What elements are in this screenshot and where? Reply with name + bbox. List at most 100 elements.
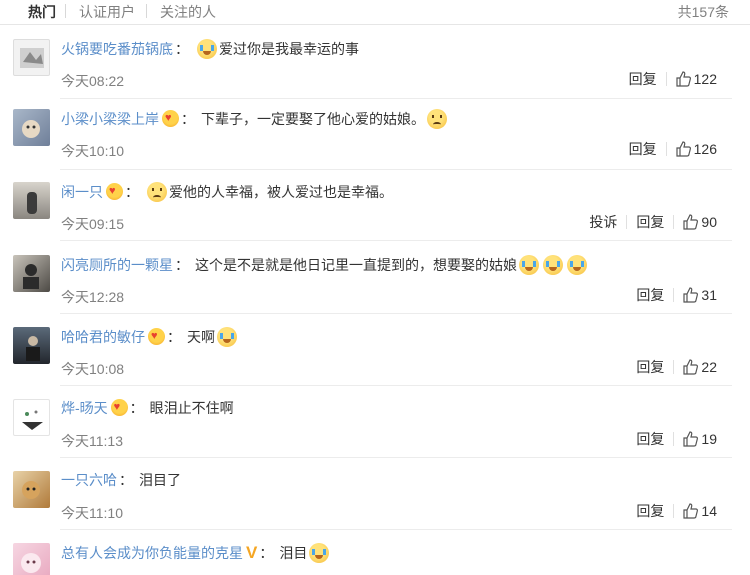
avatar[interactable]: [13, 543, 50, 575]
comment-divider: [60, 385, 732, 386]
avatar[interactable]: [13, 182, 50, 219]
like-button[interactable]: 14: [683, 503, 717, 519]
comment-filter-tabs: 热门 认证用户 关注的人 共157条: [0, 0, 750, 25]
like-count: 90: [701, 214, 717, 230]
colon: ：: [175, 257, 189, 273]
comment-item: 一只六哈： 泪目了 今天11:10 回复 14: [0, 466, 750, 530]
comment-text: 这个是不是就是他日记里一直提到的，想要娶的姑娘: [195, 257, 517, 273]
crying-emoji-icon: [217, 327, 237, 347]
sad-emoji-icon: [147, 182, 167, 202]
username[interactable]: 一只六哈: [61, 472, 117, 488]
member-badge-icon: [148, 328, 165, 345]
username[interactable]: 闲一只: [61, 184, 103, 200]
colon: ：: [125, 184, 139, 200]
colon: ：: [119, 472, 133, 488]
reply-button[interactable]: 回复: [636, 431, 664, 447]
reply-button[interactable]: 回复: [636, 214, 664, 230]
reply-button[interactable]: 回复: [629, 141, 657, 157]
tab-verified-users[interactable]: 认证用户: [79, 2, 135, 22]
username[interactable]: 总有人会成为你负能量的克星: [61, 545, 243, 561]
sad-emoji-icon: [427, 109, 447, 129]
like-button[interactable]: 126: [676, 141, 717, 157]
username[interactable]: 小梁小梁梁上岸: [61, 111, 159, 127]
comment-text: 天啊: [187, 329, 215, 345]
action-divider: [673, 215, 675, 229]
thumbs-up-icon: [683, 431, 699, 447]
reply-button[interactable]: 回复: [636, 503, 664, 519]
thumbs-up-icon: [683, 359, 699, 375]
like-button[interactable]: 19: [683, 431, 717, 447]
comment-text: 眼泪止不住啊: [149, 400, 234, 416]
comment-text: 爱他的人幸福，被人爱过也是幸福。: [169, 184, 393, 200]
thumbs-up-icon: [676, 71, 691, 87]
tab-hot[interactable]: 热门: [28, 2, 56, 22]
reply-button[interactable]: 回复: [636, 359, 664, 375]
crying-emoji-icon: [567, 255, 587, 275]
avatar[interactable]: [13, 255, 50, 292]
action-divider: [665, 72, 667, 86]
username[interactable]: 火锅要吃番茄锅底: [61, 41, 173, 57]
tab-divider: [65, 4, 66, 18]
thumbs-up-icon: [683, 503, 699, 519]
action-divider: [673, 360, 675, 374]
thumbs-up-icon: [676, 141, 691, 157]
comment-time: 今天10:08: [61, 361, 125, 377]
username[interactable]: 哈哈君的敏仔: [61, 329, 145, 345]
avatar[interactable]: [13, 471, 50, 508]
tab-divider: [146, 4, 147, 18]
action-divider: [673, 288, 675, 302]
like-count: 14: [701, 503, 717, 519]
like-button[interactable]: 31: [683, 287, 717, 303]
like-button[interactable]: 22: [683, 359, 717, 375]
avatar[interactable]: [13, 327, 50, 364]
action-divider: [673, 504, 675, 518]
action-divider: [626, 215, 628, 229]
comment-time: 今天09:15: [61, 216, 125, 232]
colon: ：: [259, 545, 274, 561]
report-button[interactable]: 投诉: [589, 214, 617, 230]
like-count: 126: [693, 141, 717, 157]
thumbs-up-icon: [683, 214, 699, 230]
action-divider: [673, 432, 675, 446]
member-badge-icon: [106, 183, 123, 200]
comment-divider: [60, 457, 732, 458]
comment-time: 今天12:28: [61, 289, 125, 305]
avatar[interactable]: [13, 109, 50, 146]
comment-item: 哈哈君的敏仔 ： 天啊 今天10:08 回复 22: [0, 322, 750, 386]
like-count: 122: [693, 71, 717, 87]
comment-divider: [60, 313, 732, 314]
comment-item: 闪亮厕所的一颗星： 这个是不是就是他日记里一直提到的，想要娶的姑娘 今天12:28…: [0, 250, 750, 314]
comment-item: 总有人会成为你负能量的克星 V： 泪目: [0, 538, 750, 575]
like-count: 19: [701, 431, 717, 447]
colon: ：: [167, 329, 181, 345]
action-divider: [665, 142, 667, 156]
comment-text: 下辈子，一定要娶了他心爱的姑娘。: [201, 111, 425, 127]
username[interactable]: 烨-旸天: [61, 400, 108, 416]
member-badge-icon: [162, 110, 179, 127]
crying-emoji-icon: [309, 543, 330, 563]
comment-time: 今天11:10: [61, 505, 123, 521]
comment-divider: [60, 98, 732, 99]
comment-time: 今天10:10: [61, 143, 125, 159]
verified-v-icon: V: [246, 543, 258, 562]
member-badge-icon: [110, 399, 128, 416]
like-button[interactable]: 122: [676, 71, 717, 87]
comment-text: 泪目了: [139, 472, 181, 488]
thumbs-up-icon: [683, 287, 699, 303]
like-button[interactable]: 90: [683, 214, 717, 230]
avatar[interactable]: [13, 39, 50, 76]
reply-button[interactable]: 回复: [636, 287, 664, 303]
comment-item: 闲一只 ： 爱他的人幸福，被人爱过也是幸福。 今天09:15 投诉 回复 90: [0, 177, 750, 241]
reply-button[interactable]: 回复: [629, 71, 657, 87]
comment-divider: [60, 240, 732, 241]
like-count: 31: [701, 287, 717, 303]
username[interactable]: 闪亮厕所的一颗星: [61, 257, 173, 273]
crying-emoji-icon: [543, 255, 563, 275]
colon: ：: [129, 400, 144, 416]
comment-divider: [60, 529, 732, 530]
crying-emoji-icon: [197, 39, 217, 59]
tab-following[interactable]: 关注的人: [160, 2, 216, 22]
avatar[interactable]: [13, 399, 50, 436]
comment-time: 今天11:13: [61, 433, 123, 449]
crying-emoji-icon: [519, 255, 539, 275]
